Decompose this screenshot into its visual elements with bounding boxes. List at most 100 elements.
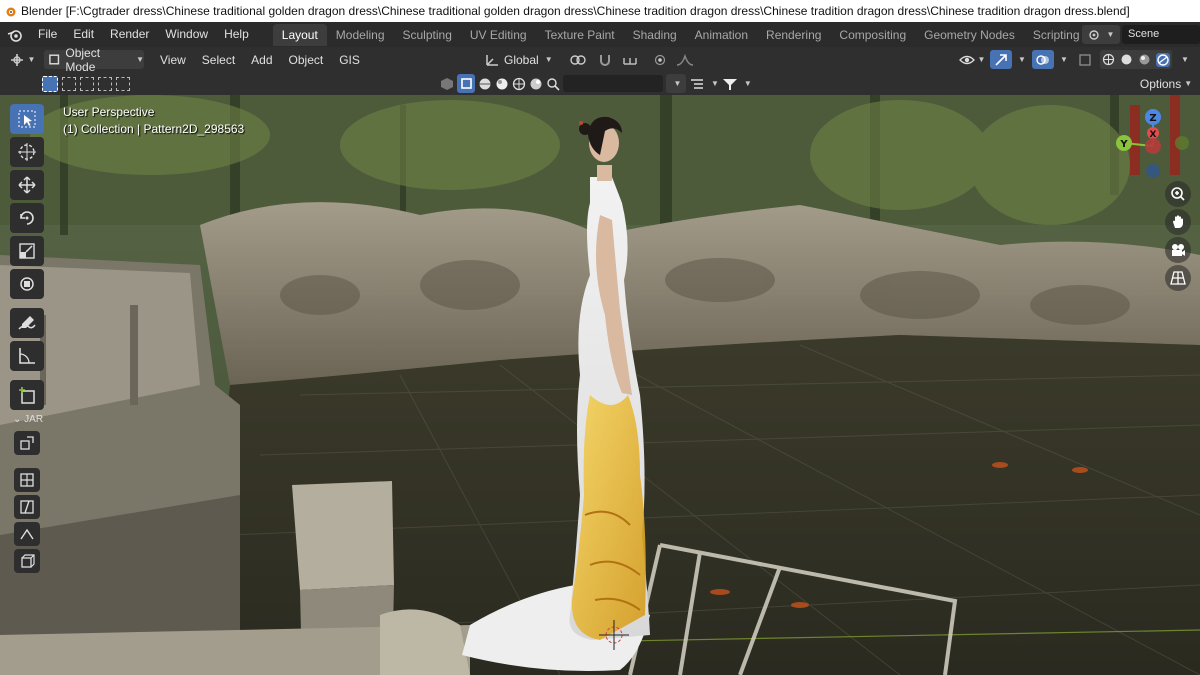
sphere-icon[interactable] — [495, 77, 509, 91]
wireframe-shading-icon[interactable] — [1102, 53, 1115, 66]
tool-select-box[interactable] — [10, 104, 44, 134]
transform-orientation-dropdown[interactable]: Global ▼ — [482, 50, 556, 69]
lighting-icon[interactable] — [529, 77, 543, 91]
perspective-toggle-button[interactable] — [1165, 265, 1191, 291]
tool-cursor[interactable] — [10, 137, 44, 167]
menu-render[interactable]: Render — [102, 22, 157, 47]
menu-file[interactable]: File — [30, 22, 65, 47]
tool-add-cube[interactable] — [10, 380, 44, 410]
visibility-dropdown[interactable]: ▼ — [955, 50, 989, 69]
chevron-down-icon: ▼ — [977, 55, 986, 64]
addon-section-header[interactable]: ⌄ JAR — [13, 414, 49, 425]
scene-browse-button[interactable]: ▼ — [1082, 25, 1120, 44]
tool-move[interactable] — [10, 170, 44, 200]
falloff-button[interactable] — [672, 50, 698, 69]
world-icon[interactable] — [512, 77, 526, 91]
menu-add[interactable]: Add — [243, 53, 280, 67]
globe-icon[interactable] — [478, 77, 492, 91]
xray-toggle[interactable] — [1074, 50, 1096, 69]
gizmo-icon — [995, 53, 1007, 66]
hand-icon — [1173, 215, 1183, 228]
tool-scale[interactable] — [10, 236, 44, 266]
tab-sculpting[interactable]: Sculpting — [394, 24, 461, 46]
object-filter-icon[interactable] — [457, 74, 475, 93]
falloff-curve-icon — [676, 53, 694, 66]
gizmo-x-label: X — [1150, 130, 1157, 140]
blender-menu-icon[interactable] — [0, 22, 30, 47]
pan-button[interactable] — [1165, 209, 1191, 235]
tool-jar-grid[interactable] — [14, 468, 40, 492]
select-new-icon[interactable] — [42, 75, 58, 92]
tab-scripting[interactable]: Scripting — [1024, 24, 1089, 46]
tool-annotate[interactable] — [10, 308, 44, 338]
filter-dropdown-a[interactable]: ▼ — [666, 74, 686, 93]
rendered-shading-icon[interactable] — [1155, 52, 1170, 67]
slice-icon — [20, 500, 34, 514]
solid-shading-icon[interactable] — [1120, 53, 1133, 66]
measure-icon — [19, 348, 35, 364]
chevron-down-icon: ⌄ — [13, 414, 25, 425]
chevron-down-icon[interactable]: ▼ — [1060, 55, 1068, 64]
transform-orientation-label: Global — [504, 52, 539, 67]
menu-select[interactable]: Select — [194, 53, 243, 67]
select-extend-icon[interactable] — [62, 76, 76, 91]
chevron-down-icon[interactable]: ▼ — [1181, 55, 1189, 64]
3d-viewport[interactable]: User Perspective (1) Collection | Patter… — [0, 95, 1200, 675]
tab-layout[interactable]: Layout — [272, 23, 327, 46]
tool-jar-slice[interactable] — [14, 495, 40, 519]
gizmo-toggle[interactable] — [990, 50, 1012, 69]
menu-edit[interactable]: Edit — [65, 22, 102, 47]
tab-rendering[interactable]: Rendering — [757, 24, 830, 46]
list-icon[interactable] — [689, 77, 705, 91]
tab-modeling[interactable]: Modeling — [327, 24, 394, 46]
shading-mode-group — [1100, 50, 1172, 69]
box-icon — [21, 554, 35, 568]
menu-object[interactable]: Object — [281, 53, 332, 67]
add-cube-icon — [19, 387, 35, 404]
proportional-editing-toggle[interactable] — [650, 50, 670, 69]
tab-compositing[interactable]: Compositing — [830, 24, 915, 46]
snap-target-button[interactable] — [617, 50, 643, 69]
camera-icon — [1172, 244, 1185, 256]
material-shading-icon[interactable] — [1138, 53, 1151, 66]
menu-view[interactable]: View — [152, 53, 194, 67]
select-subtract-icon[interactable] — [80, 76, 94, 91]
zoom-button[interactable] — [1165, 181, 1191, 207]
menu-window[interactable]: Window — [157, 22, 216, 47]
select-intersect-icon[interactable] — [116, 76, 130, 91]
scene-name-field[interactable]: Scene — [1122, 25, 1200, 44]
tab-texture-paint[interactable]: Texture Paint — [536, 24, 624, 46]
cube-icon[interactable] — [440, 77, 454, 91]
overlays-toggle[interactable] — [1032, 50, 1054, 69]
select-box-icon — [18, 110, 36, 128]
tab-animation[interactable]: Animation — [686, 24, 757, 46]
tool-jar-primary[interactable] — [14, 431, 40, 455]
navigation-gizmo[interactable]: Z Y X — [1110, 103, 1194, 181]
tab-uv-editing[interactable]: UV Editing — [461, 24, 536, 46]
chevron-down-icon[interactable]: ▼ — [744, 79, 752, 88]
menu-help[interactable]: Help — [216, 22, 257, 47]
mode-label: Object Mode — [65, 45, 101, 74]
mode-dropdown[interactable]: Object Mode ▼ — [44, 46, 144, 74]
editor-type-button[interactable]: ▼ — [6, 50, 38, 69]
tool-jar-box[interactable] — [14, 549, 40, 573]
menu-gis[interactable]: GIS — [331, 53, 368, 67]
tool-transform[interactable] — [10, 269, 44, 299]
axes-icon — [486, 54, 498, 66]
camera-view-button[interactable] — [1165, 237, 1191, 263]
tool-jar-bevel[interactable] — [14, 522, 40, 546]
select-invert-icon[interactable] — [98, 76, 112, 91]
tool-rotate[interactable] — [10, 203, 44, 233]
snap-toggle[interactable] — [594, 50, 616, 69]
tab-shading[interactable]: Shading — [624, 24, 686, 46]
chevron-down-icon[interactable]: ▼ — [711, 79, 719, 88]
search-icon[interactable] — [546, 77, 560, 91]
funnel-icon[interactable] — [722, 77, 738, 91]
pivot-point-button[interactable] — [564, 50, 592, 69]
zoom-icon — [1171, 187, 1185, 201]
search-input[interactable] — [563, 75, 663, 92]
tab-geometry-nodes[interactable]: Geometry Nodes — [915, 24, 1024, 46]
tool-measure[interactable] — [10, 341, 44, 371]
chevron-down-icon[interactable]: ▼ — [1018, 55, 1026, 64]
options-dropdown[interactable]: Options ▼ — [1138, 74, 1194, 93]
